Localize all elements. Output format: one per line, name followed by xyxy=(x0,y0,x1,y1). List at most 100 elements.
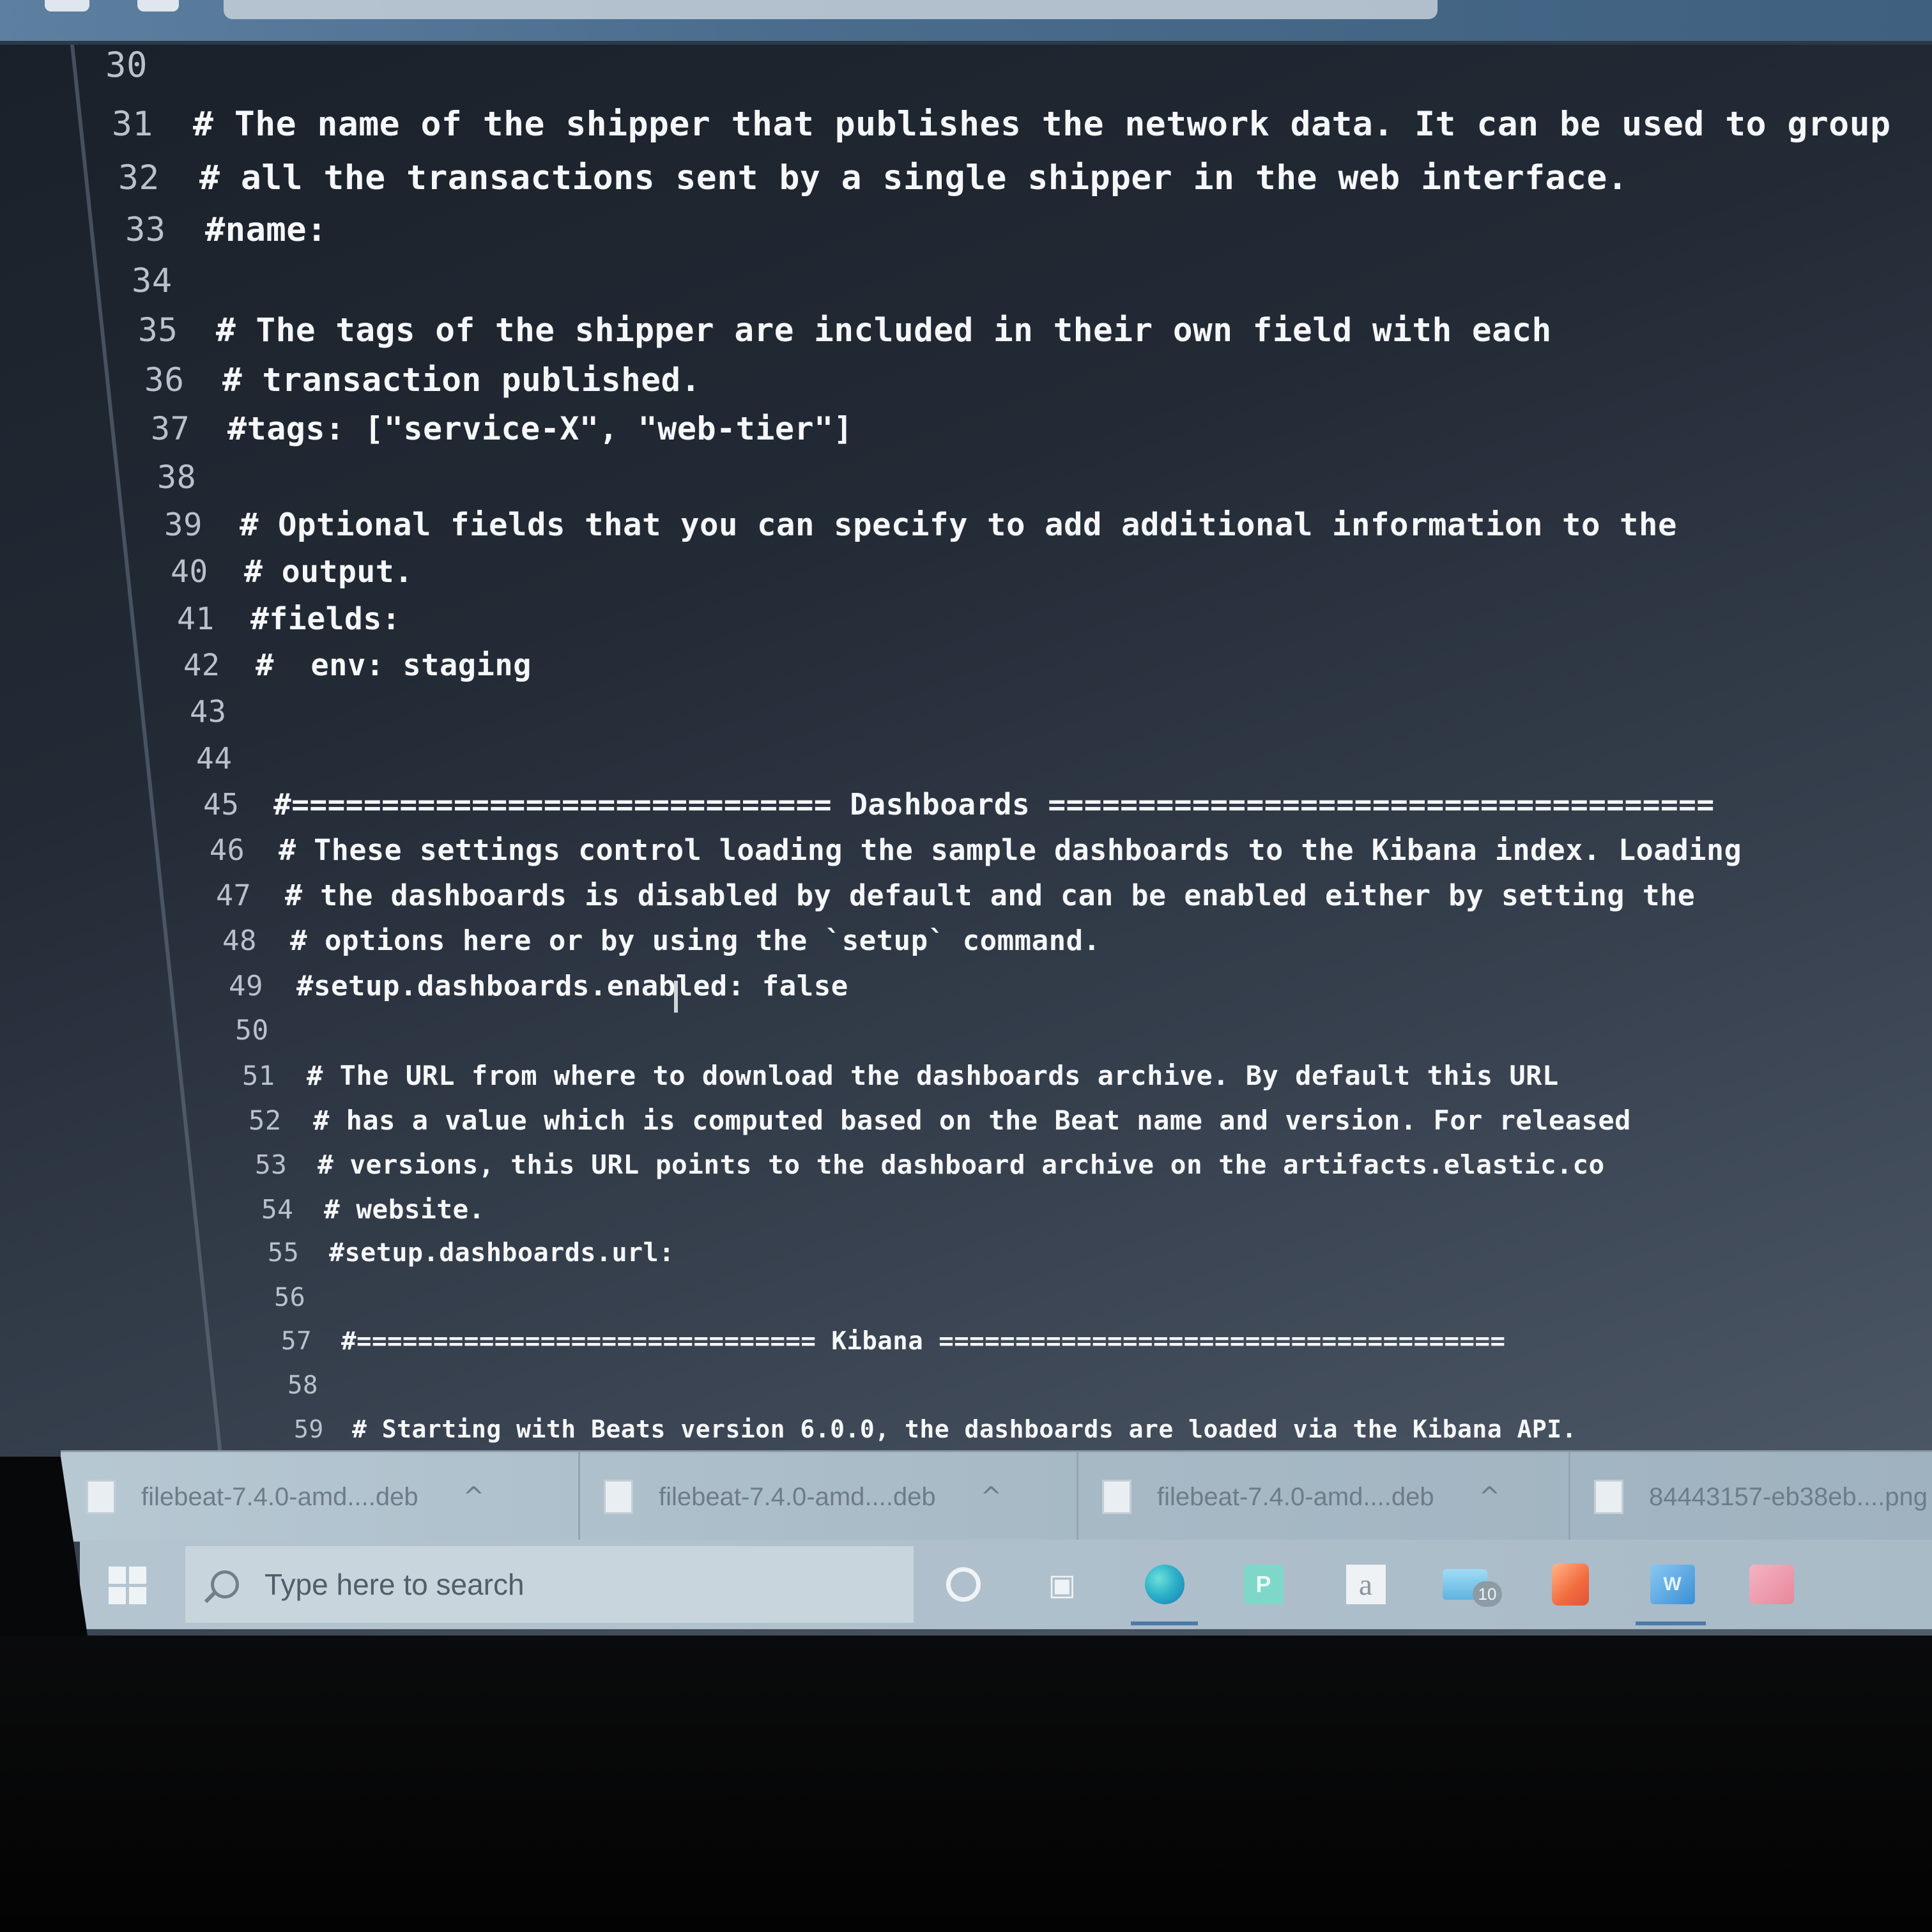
code-text: #setup.dashboards.enabled: false xyxy=(296,970,848,1002)
code-line[interactable]: 35 # The tags of the shipper are included… xyxy=(138,312,1552,349)
mail-icon[interactable]: 10 xyxy=(1441,1562,1502,1607)
download-item[interactable]: filebeat-7.4.0-amd....deb ^ xyxy=(1077,1452,1570,1542)
code-line[interactable]: 44 xyxy=(196,741,266,776)
line-number: 41 xyxy=(177,601,215,637)
code-line[interactable]: 43 xyxy=(190,694,262,730)
line-number: 40 xyxy=(171,554,208,590)
tab-icon[interactable] xyxy=(45,0,89,12)
file-icon xyxy=(86,1480,116,1514)
line-number: 46 xyxy=(210,833,245,867)
code-line[interactable]: 34 xyxy=(132,262,211,300)
taskbar-search-box[interactable]: Type here to search xyxy=(185,1546,914,1623)
download-item[interactable]: 84443157-eb38eb....png xyxy=(1568,1452,1932,1542)
line-number: 55 xyxy=(268,1238,300,1268)
active-app-indicator xyxy=(1636,1621,1706,1625)
photos-icon[interactable] xyxy=(1747,1562,1795,1607)
line-number: 49 xyxy=(229,970,263,1002)
mail-count-badge: 10 xyxy=(1473,1581,1502,1607)
download-filename: filebeat-7.4.0-amd....deb xyxy=(141,1482,418,1511)
file-path-bar xyxy=(224,0,1438,19)
code-line[interactable]: 32 # all the transactions sent by a singl… xyxy=(118,158,1628,197)
code-line[interactable]: 47 # the dashboards is disabled by defaul… xyxy=(216,878,1695,912)
code-text: # Starting with Beats version 6.0.0, the… xyxy=(352,1415,1577,1443)
download-filename: filebeat-7.4.0-amd....deb xyxy=(659,1482,936,1511)
office-icon[interactable] xyxy=(1546,1562,1594,1607)
line-number: 45 xyxy=(203,787,240,822)
download-item[interactable]: filebeat-7.4.0-amd....deb ^ xyxy=(578,1452,1078,1542)
code-line[interactable]: 37 #tags: ["service-X", "web-tier"] xyxy=(151,410,853,447)
code-line[interactable]: 36 # transaction published. xyxy=(144,362,701,399)
line-number: 32 xyxy=(118,158,160,197)
chevron-up-icon[interactable]: ^ xyxy=(463,1482,485,1512)
code-line[interactable]: 54 # website. xyxy=(261,1194,485,1225)
line-number: 50 xyxy=(235,1015,269,1046)
code-text: #setup.dashboards.url: xyxy=(329,1238,675,1268)
line-number: 39 xyxy=(164,507,203,543)
code-line[interactable]: 50 xyxy=(235,1015,301,1046)
text-cursor-icon xyxy=(674,981,678,1013)
line-number: 42 xyxy=(183,648,220,683)
publisher-icon[interactable]: P xyxy=(1239,1562,1287,1607)
line-number: 44 xyxy=(196,741,233,776)
code-line[interactable]: 33 #name: xyxy=(125,211,327,249)
line-number: 54 xyxy=(261,1194,294,1225)
code-line[interactable]: 38 xyxy=(157,459,234,496)
code-text: # website. xyxy=(324,1194,485,1225)
search-placeholder: Type here to search xyxy=(264,1568,525,1601)
tab-icon[interactable] xyxy=(137,0,179,12)
code-line[interactable]: 46 # These settings control loading the s… xyxy=(210,833,1742,867)
chevron-up-icon[interactable]: ^ xyxy=(981,1482,1002,1512)
line-number: 34 xyxy=(132,262,172,300)
line-number: 36 xyxy=(144,362,185,399)
search-icon xyxy=(211,1570,239,1598)
code-line[interactable]: 40 # output. xyxy=(171,554,413,590)
code-line[interactable]: 39 # Optional fields that you can specify… xyxy=(164,507,1677,543)
code-text: # the dashboards is disabled by default … xyxy=(285,878,1696,912)
line-number: 33 xyxy=(125,211,166,249)
edge-icon[interactable] xyxy=(1140,1562,1188,1607)
chevron-up-icon[interactable]: ^ xyxy=(1479,1482,1501,1512)
code-line[interactable]: 51 # The URL from where to download the d… xyxy=(242,1060,1559,1091)
line-number: 37 xyxy=(151,410,190,447)
code-text: # These settings control loading the sam… xyxy=(279,833,1742,867)
code-editor[interactable]: 30 31 # The name of the shipper that publi… xyxy=(0,45,1932,1463)
code-line[interactable]: 55 #setup.dashboards.url: xyxy=(268,1238,675,1268)
line-number: 48 xyxy=(222,924,257,957)
code-text: #============================== Dashboar… xyxy=(273,787,1715,822)
code-text: # all the transactions sent by a single … xyxy=(199,158,1629,197)
code-text: # The URL from where to download the das… xyxy=(307,1060,1559,1091)
code-text: # options here or by using the `setup` c… xyxy=(290,924,1101,957)
line-number: 38 xyxy=(157,459,197,496)
code-line[interactable]: 45 #============================== Dashbo… xyxy=(203,787,1715,822)
code-line[interactable]: 59 # Starting with Beats version 6.0.0, t… xyxy=(294,1415,1577,1443)
word-icon[interactable]: W xyxy=(1648,1562,1696,1607)
code-line[interactable]: 42 # env: staging xyxy=(183,648,532,683)
code-text: #tags: ["service-X", "web-tier"] xyxy=(227,410,854,447)
code-line[interactable]: 48 # options here or by using the `setup`… xyxy=(222,924,1101,957)
monitor-bezel xyxy=(0,1636,1932,1932)
code-text: # output. xyxy=(244,554,413,590)
windows-start-icon[interactable] xyxy=(109,1567,147,1605)
code-text: # Optional fields that you can specify t… xyxy=(240,507,1678,543)
line-number: 57 xyxy=(281,1327,312,1356)
code-text: # The name of the shipper that publishes… xyxy=(193,105,1891,144)
line-number: 35 xyxy=(138,312,178,349)
task-view-icon[interactable]: ▣ xyxy=(1038,1562,1086,1607)
download-item[interactable]: filebeat-7.4.0-amd....deb ^ xyxy=(61,1452,580,1542)
editor-tab-strip xyxy=(0,0,1932,45)
code-line[interactable]: 53 # versions, this URL points to the das… xyxy=(255,1149,1605,1180)
code-line[interactable]: 31 # The name of the shipper that publish… xyxy=(112,105,1891,144)
file-icon xyxy=(604,1480,633,1514)
code-line[interactable]: 56 xyxy=(274,1283,335,1312)
amazon-icon[interactable]: a xyxy=(1342,1562,1390,1607)
code-line[interactable]: 52 # has a value which is computed based … xyxy=(249,1105,1631,1136)
cortana-icon[interactable] xyxy=(939,1562,987,1607)
code-line[interactable]: 49 #setup.dashboards.enabled: false xyxy=(229,970,848,1002)
code-line[interactable]: 57 #============================== Kibana… xyxy=(281,1327,1505,1356)
code-line[interactable]: 30 xyxy=(105,45,188,85)
line-number: 51 xyxy=(242,1060,275,1091)
download-filename: filebeat-7.4.0-amd....deb xyxy=(1157,1482,1434,1511)
code-line[interactable]: 41 #fields: xyxy=(177,601,401,637)
code-text: # versions, this URL points to the dashb… xyxy=(318,1149,1605,1180)
code-line[interactable]: 58 xyxy=(288,1371,348,1400)
